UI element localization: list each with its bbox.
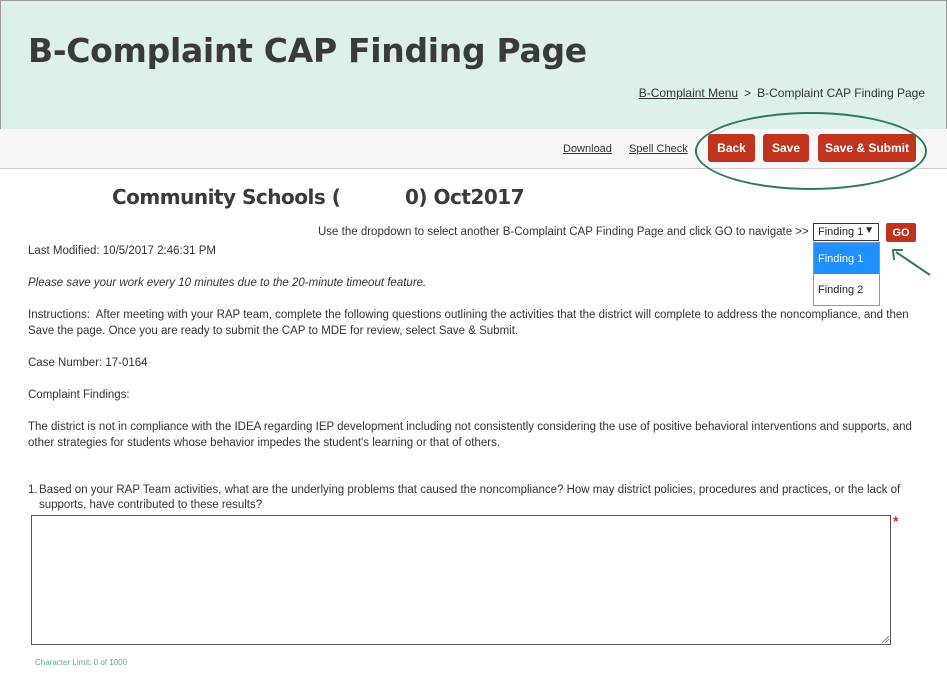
instructions-save-submit: Save & Submit	[438, 325, 515, 337]
case-number: Case Number: 17-0164	[28, 357, 148, 369]
go-button[interactable]: GO	[886, 223, 916, 242]
finding-dropdown-list: Finding 1 Finding 2	[813, 242, 880, 306]
instructions-part1: After meeting with your RAP team, comple…	[95, 309, 909, 321]
breadcrumb: B-Complaint Menu > B-Complaint CAP Finding…	[639, 86, 925, 100]
annotation-ellipse	[695, 112, 927, 190]
resize-handle-icon[interactable]	[880, 634, 890, 644]
page-header: B-Complaint CAP Finding Page B-Complaint…	[0, 0, 947, 130]
last-modified: Last Modified: 10/5/2017 2:46:31 PM	[28, 245, 216, 257]
dropdown-caret-icon: ▼	[864, 225, 874, 236]
download-link[interactable]: Download	[563, 143, 612, 155]
question-1-number: 1.	[28, 484, 38, 496]
timeout-note: Please save your work every 10 minutes d…	[28, 277, 427, 289]
page-title: B-Complaint CAP Finding Page	[28, 31, 587, 70]
navigation-hint: Use the dropdown to select another B-Com…	[318, 226, 809, 238]
finding-select[interactable]: Finding 1 ▼	[813, 223, 879, 241]
question-1: 1. Based on your RAP Team activities, wh…	[28, 483, 908, 513]
instructions-label: Instructions:	[28, 309, 90, 321]
breadcrumb-menu-link[interactable]: B-Complaint Menu	[639, 86, 738, 100]
required-asterisk: *	[893, 513, 899, 529]
finding-select-value: Finding 1	[818, 226, 864, 238]
dropdown-option-finding-1[interactable]: Finding 1	[814, 243, 879, 274]
character-limit: Character Limit: 0 of 1000	[35, 658, 128, 667]
complaint-findings-text: The district is not in compliance with t…	[28, 421, 912, 449]
question-1-answer-textarea[interactable]	[31, 515, 891, 645]
annotation-arrow-icon	[891, 249, 931, 276]
instructions-save: Save	[28, 325, 55, 337]
spell-check-link[interactable]: Spell Check	[629, 143, 688, 155]
question-1-text: Based on your RAP Team activities, what …	[39, 484, 901, 511]
complaint-findings-label: Complaint Findings:	[28, 389, 130, 401]
district-heading: Community Schools ( 0) Oct2017	[112, 185, 525, 209]
instructions: Instructions: After meeting with your RA…	[28, 307, 916, 339]
breadcrumb-separator: >	[744, 86, 752, 100]
instructions-part2: the page. Once you are ready to submit t…	[57, 325, 436, 337]
instructions-end: .	[514, 325, 519, 337]
breadcrumb-current: B-Complaint CAP Finding Page	[757, 86, 925, 100]
dropdown-option-finding-2[interactable]: Finding 2	[814, 274, 879, 305]
